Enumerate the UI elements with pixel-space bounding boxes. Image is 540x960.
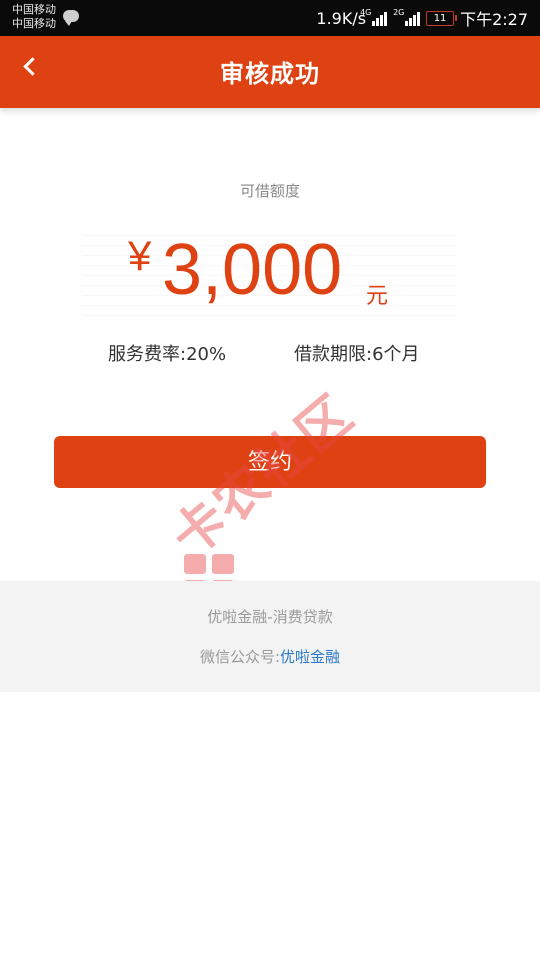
credit-label: 可借额度 (239, 182, 300, 200)
clock: 下午2:27 (460, 10, 528, 29)
loan-term: 借款期限:6个月 (294, 344, 420, 365)
page-title: 审核成功 (220, 60, 320, 88)
carrier-2: 中国移动 (12, 17, 56, 30)
network-type-1: 4G (360, 8, 372, 17)
signal-2g-icon: 2G (393, 8, 421, 26)
status-bar: 中国移动 中国移动 1.9K/s 4G 2G 11 下午2:27 (0, 0, 540, 36)
network-type-2: 2G (393, 8, 405, 17)
amount-unit: 元 (366, 284, 389, 309)
currency-symbol: ¥ (128, 232, 152, 279)
status-right: 1.9K/s 4G 2G 11 下午2:27 (316, 7, 528, 29)
carrier-info: 中国移动 中国移动 (12, 3, 56, 31)
sign-button[interactable]: 签约 (54, 436, 486, 488)
credit-amount: 3,000 (162, 230, 343, 310)
app-header: 审核成功 (0, 36, 540, 108)
carrier-1: 中国移动 (12, 3, 56, 16)
footer: 优啦金融-消费贷款 微信公众号:优啦金融 (0, 581, 540, 692)
signal-4g-icon: 4G (360, 8, 388, 26)
wechat-account-link[interactable]: 优啦金融 (280, 648, 340, 666)
footer-wechat: 微信公众号:优啦金融 (0, 646, 540, 667)
wechat-prefix: 微信公众号: (199, 648, 281, 666)
service-fee-rate: 服务费率:20% (108, 344, 227, 365)
footer-brand: 优啦金融-消费贷款 (207, 608, 333, 626)
net-speed: 1.9K/s (316, 8, 367, 28)
message-icon (63, 10, 79, 26)
battery-icon: 11 (426, 10, 458, 26)
